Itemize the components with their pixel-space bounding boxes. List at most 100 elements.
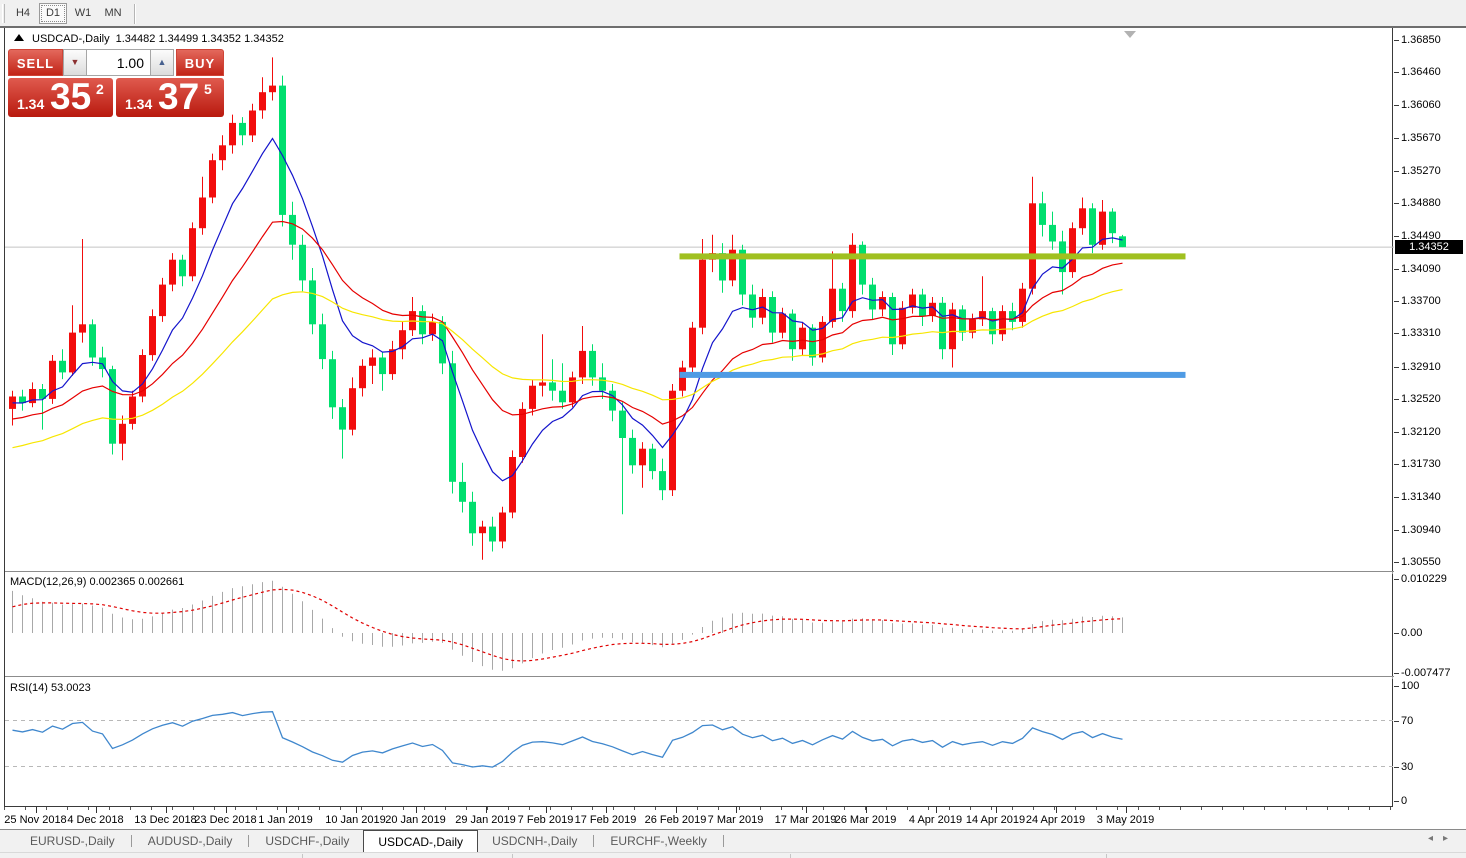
chart-tab-eurchf[interactable]: EURCHF-,Weekly bbox=[596, 830, 720, 852]
price-axis-label: 1.34090 bbox=[1401, 263, 1441, 275]
chart-tab-usdcad[interactable]: USDCAD-,Daily bbox=[363, 830, 478, 852]
tab-separator bbox=[593, 835, 594, 847]
chart-tab-bar: EURUSD-,DailyAUDUSD-,DailyUSDCHF-,DailyU… bbox=[0, 829, 1466, 852]
date-axis-tick bbox=[1056, 807, 1057, 813]
date-axis-tick bbox=[286, 807, 287, 813]
price-axis-tick bbox=[1394, 236, 1399, 237]
date-axis-tick bbox=[866, 807, 867, 813]
tab-separator bbox=[248, 835, 249, 847]
current-price-marker: 1.34352 bbox=[1395, 240, 1463, 254]
buy-button[interactable]: BUY bbox=[176, 49, 224, 76]
price-axis-label: 1.33700 bbox=[1401, 295, 1441, 307]
chart-tab-usdchf[interactable]: USDCHF-,Daily bbox=[251, 830, 363, 852]
price-axis-tick bbox=[1394, 301, 1399, 302]
macd-axis-tick bbox=[1394, 633, 1399, 634]
date-axis-tick bbox=[226, 807, 227, 813]
volume-stepper: ▼ ▲ bbox=[63, 49, 174, 76]
chart-tab-audusd[interactable]: AUDUSD-,Daily bbox=[134, 830, 247, 852]
price-axis-label: 1.35270 bbox=[1401, 165, 1441, 177]
price-axis-label: 1.36060 bbox=[1401, 99, 1441, 111]
price-axis-label: 1.36460 bbox=[1401, 66, 1441, 78]
price-axis-tick bbox=[1394, 72, 1399, 73]
chart-window bbox=[4, 28, 1393, 807]
toolbar-separator bbox=[134, 4, 136, 24]
timeframe-button-d1[interactable]: D1 bbox=[39, 3, 67, 24]
tab-separator bbox=[723, 835, 724, 847]
price-axis-tick bbox=[1394, 399, 1399, 400]
macd-axis-tick bbox=[1394, 579, 1399, 580]
trading-terminal: H4D1W1MN USDCAD-,Daily1.34482 1.34499 1.… bbox=[0, 0, 1466, 858]
date-axis-tick bbox=[1126, 807, 1127, 813]
price-axis-tick bbox=[1394, 432, 1399, 433]
macd-indicator-label: MACD(12,26,9) 0.002365 0.002661 bbox=[10, 576, 184, 588]
date-axis-tick bbox=[356, 807, 357, 813]
volume-decrease-icon[interactable]: ▼ bbox=[63, 49, 87, 76]
chart-tab-eurusd[interactable]: EURUSD-,Daily bbox=[16, 830, 129, 852]
chart-shift-marker-icon[interactable] bbox=[1124, 31, 1136, 38]
price-axis-tick bbox=[1394, 562, 1399, 563]
price-axis-tick bbox=[1394, 333, 1399, 334]
buy-price-panel[interactable]: 1.34 37 5 bbox=[116, 78, 224, 117]
buy-price-sup: 5 bbox=[204, 81, 212, 97]
timeframe-button-w1[interactable]: W1 bbox=[69, 3, 97, 24]
rsi-axis-label: 0 bbox=[1401, 795, 1407, 807]
price-axis-label: 1.31730 bbox=[1401, 458, 1441, 470]
date-axis-tick bbox=[486, 807, 487, 813]
volume-input[interactable] bbox=[87, 49, 150, 76]
date-axis-tick bbox=[806, 807, 807, 813]
price-axis-label: 1.35670 bbox=[1401, 132, 1441, 144]
toolbar-grip[interactable] bbox=[2, 4, 5, 23]
date-axis-tick bbox=[416, 807, 417, 813]
price-axis-tick bbox=[1394, 530, 1399, 531]
rsi-axis-tick bbox=[1394, 801, 1399, 802]
status-bar bbox=[0, 852, 1466, 858]
timeframe-toolbar: H4D1W1MN bbox=[0, 0, 1466, 28]
macd-axis-label: 0.010229 bbox=[1401, 573, 1447, 585]
sell-price-panel[interactable]: 1.34 35 2 bbox=[8, 78, 113, 117]
price-axis-label: 1.30550 bbox=[1401, 556, 1441, 568]
price-axis-label: 1.32910 bbox=[1401, 361, 1441, 373]
date-axis-tick bbox=[36, 807, 37, 813]
price-chart-canvas[interactable] bbox=[5, 28, 1394, 807]
date-axis-tick bbox=[936, 807, 937, 813]
rsi-axis-tick bbox=[1394, 686, 1399, 687]
sell-price-big: 35 bbox=[50, 76, 91, 118]
chart-tab-usdcnh[interactable]: USDCNH-,Daily bbox=[478, 830, 591, 852]
rsi-indicator-label: RSI(14) 53.0023 bbox=[10, 682, 91, 694]
rsi-axis-label: 30 bbox=[1401, 761, 1413, 773]
price-axis-tick bbox=[1394, 171, 1399, 172]
volume-increase-icon[interactable]: ▲ bbox=[150, 49, 174, 76]
date-axis-tick bbox=[166, 807, 167, 813]
one-click-trade-panel: SELL ▼ ▲ BUY 1.34 35 2 1.34 37 5 bbox=[8, 49, 224, 117]
timeframe-button-mn[interactable]: MN bbox=[99, 3, 127, 24]
tab-scroll-right-icon[interactable]: ▸ bbox=[1443, 833, 1458, 844]
price-axis-label: 1.33310 bbox=[1401, 327, 1441, 339]
timeframe-button-h4[interactable]: H4 bbox=[9, 3, 37, 24]
date-axis[interactable]: 25 Nov 20184 Dec 201813 Dec 201823 Dec 2… bbox=[4, 807, 1393, 828]
price-axis-tick bbox=[1394, 138, 1399, 139]
sell-price-sup: 2 bbox=[96, 81, 104, 97]
rsi-axis-tick bbox=[1394, 721, 1399, 722]
macd-axis-tick bbox=[1394, 673, 1399, 674]
price-axis-label: 1.30940 bbox=[1401, 524, 1441, 536]
price-axis-tick bbox=[1394, 269, 1399, 270]
price-axis-label: 1.31340 bbox=[1401, 491, 1441, 503]
price-axis-tick bbox=[1394, 464, 1399, 465]
price-axis-label: 1.32520 bbox=[1401, 393, 1441, 405]
date-axis-tick bbox=[546, 807, 547, 813]
price-axis-label: 1.36850 bbox=[1401, 34, 1441, 46]
price-axis-label: 1.32120 bbox=[1401, 426, 1441, 438]
date-axis-minor-ticks bbox=[4, 807, 1393, 810]
sell-button[interactable]: SELL bbox=[8, 49, 63, 76]
tab-scroll-arrows[interactable]: ◂▸ bbox=[1428, 833, 1458, 844]
date-axis-tick bbox=[996, 807, 997, 813]
tab-scroll-left-icon[interactable]: ◂ bbox=[1428, 833, 1443, 844]
date-axis-tick bbox=[736, 807, 737, 813]
date-axis-tick bbox=[676, 807, 677, 813]
date-axis-tick bbox=[606, 807, 607, 813]
sell-price-prefix: 1.34 bbox=[17, 96, 44, 112]
price-axis-tick bbox=[1394, 203, 1399, 204]
tab-separator bbox=[131, 835, 132, 847]
collapse-triangle-icon[interactable] bbox=[14, 34, 24, 41]
date-axis-tick bbox=[96, 807, 97, 813]
